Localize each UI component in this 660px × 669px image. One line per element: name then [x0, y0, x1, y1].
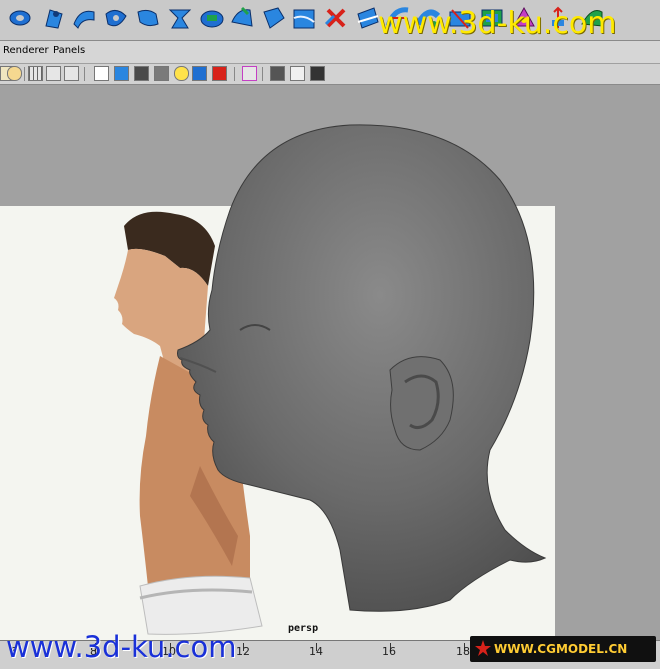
watermark-bottom: www.3d-ku.com [6, 630, 237, 664]
image-plane-icon[interactable] [7, 66, 22, 81]
camera-label: persp [288, 623, 319, 634]
smooth-shade-icon[interactable] [114, 66, 129, 81]
resolution-gate-icon[interactable] [46, 66, 61, 81]
star-icon [475, 640, 491, 656]
isolate-select-icon[interactable] [242, 66, 257, 81]
logo-badge-text: WWW.CGMODEL.CN [494, 642, 628, 656]
bevel-icon[interactable] [228, 4, 256, 32]
bounding-box-icon[interactable] [154, 66, 169, 81]
ruler-label: 12 [236, 645, 250, 658]
extrude-icon[interactable] [40, 4, 68, 32]
flat-shade-icon[interactable] [134, 66, 149, 81]
loft-icon[interactable] [70, 4, 98, 32]
film-gate-icon[interactable] [64, 66, 79, 81]
ruler-label: 16 [382, 645, 396, 658]
xray-joints-icon[interactable] [290, 66, 305, 81]
toolbar-separator [84, 67, 85, 81]
revolve-icon[interactable] [6, 4, 34, 32]
ruler-label: 14 [309, 645, 323, 658]
square-surface-icon[interactable] [198, 4, 226, 32]
wireframe-icon[interactable] [94, 66, 109, 81]
logo-badge: WWW.CGMODEL.CN [470, 636, 656, 662]
untrim-icon[interactable] [290, 4, 318, 32]
perspective-viewport[interactable]: persp [0, 85, 660, 668]
birail-icon[interactable] [134, 4, 162, 32]
xray-icon[interactable] [270, 66, 285, 81]
planar-icon[interactable] [102, 4, 130, 32]
light-icon[interactable] [174, 66, 189, 81]
toolbar-separator [262, 67, 263, 81]
boundary-icon[interactable] [166, 4, 194, 32]
head-mesh[interactable] [170, 120, 550, 620]
toolbar-separator [234, 67, 235, 81]
delete-icon[interactable] [322, 4, 350, 32]
heads-up-icon[interactable] [310, 66, 325, 81]
grid-icon[interactable] [28, 66, 43, 81]
ruler-label: 18 [456, 645, 470, 658]
textured-icon[interactable] [192, 66, 207, 81]
panel-menubar: Renderer Panels [0, 41, 660, 64]
shelf-toolbar: www.3d-ku.com [0, 0, 660, 41]
shadows-icon[interactable] [212, 66, 227, 81]
menu-renderer[interactable]: Renderer [3, 45, 49, 56]
trim-icon[interactable] [260, 4, 288, 32]
watermark-top: www.3d-ku.com [378, 6, 617, 41]
toolbar-separator [24, 67, 25, 81]
menu-panels[interactable]: Panels [53, 45, 85, 56]
panel-toolbar [0, 64, 660, 85]
